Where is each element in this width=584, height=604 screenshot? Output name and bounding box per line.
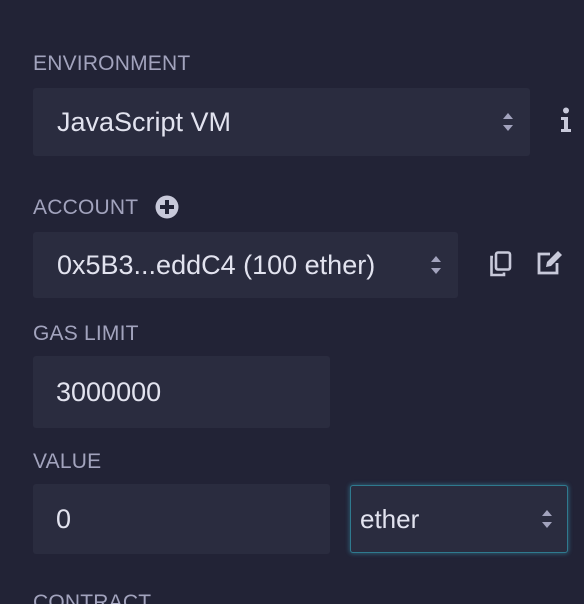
value-unit: ether (360, 503, 420, 534)
gas-limit-input[interactable]: 3000000 (33, 356, 330, 428)
run-transactions-panel: ENVIRONMENT JavaScript VM ACCOUNT 0x5B3.… (0, 0, 584, 604)
edit-icon[interactable] (536, 250, 564, 281)
environment-select[interactable]: JavaScript VM (33, 88, 530, 156)
chevron-updown-icon (430, 252, 442, 278)
value-amount: 0 (56, 503, 72, 534)
gas-limit-value: 3000000 (56, 376, 162, 407)
gas-limit-label: GAS LIMIT (33, 322, 139, 345)
chevron-updown-icon (502, 109, 514, 135)
info-icon[interactable] (560, 107, 572, 138)
contract-label: CONTRACT (33, 591, 152, 604)
account-selected-value: 0x5B3...eddC4 (100 ether) (57, 249, 376, 280)
value-unit-select[interactable]: ether (350, 485, 568, 553)
copy-icon[interactable] (489, 251, 513, 282)
environment-label: ENVIRONMENT (33, 52, 191, 75)
chevron-updown-icon (541, 506, 553, 532)
value-label: VALUE (33, 450, 102, 473)
plus-circle-icon[interactable] (155, 195, 179, 224)
account-label: ACCOUNT (33, 196, 139, 219)
value-amount-input[interactable]: 0 (33, 484, 330, 554)
environment-selected-value: JavaScript VM (57, 106, 232, 137)
account-select[interactable]: 0x5B3...eddC4 (100 ether) (33, 232, 458, 298)
